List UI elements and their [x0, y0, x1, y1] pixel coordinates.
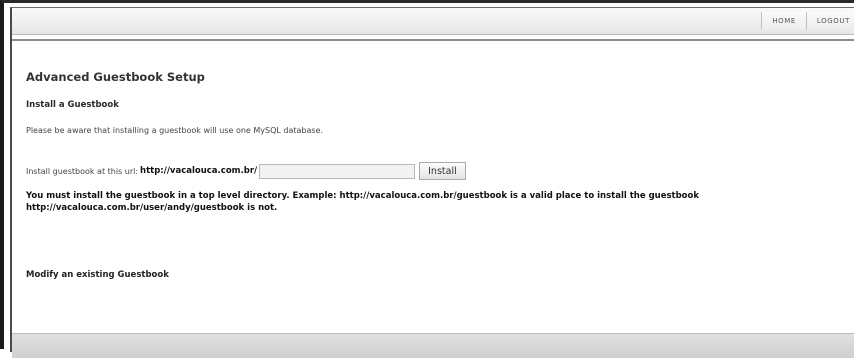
install-base-url: http://vacalouca.com.br/: [140, 166, 258, 176]
install-button[interactable]: Install: [419, 162, 466, 180]
footer-bar: [12, 333, 854, 358]
database-warning-text: Please be aware that installing a guestb…: [26, 126, 324, 135]
install-path-input[interactable]: [259, 163, 416, 179]
page-container: HOME LOGOUT Advanced Guestbook Setup Ins…: [10, 7, 854, 358]
top-navigation-bar: HOME LOGOUT: [12, 8, 854, 35]
modify-guestbook-link[interactable]: Modify an existing Guestbook: [26, 270, 169, 280]
nav-logout-link[interactable]: LOGOUT: [805, 12, 854, 30]
page-title: Advanced Guestbook Setup: [26, 70, 205, 84]
section-title-install: Install a Guestbook: [26, 100, 119, 110]
nav-home-link[interactable]: HOME: [761, 12, 806, 30]
install-row: Install guestbook at this url: http://va…: [26, 162, 466, 180]
install-directory-note: You must install the guestbook in a top …: [26, 191, 700, 213]
top-nav: HOME LOGOUT: [761, 12, 854, 30]
window-frame: HOME LOGOUT Advanced Guestbook Setup Ins…: [0, 0, 854, 358]
header-divider: [12, 39, 854, 41]
install-url-label: Install guestbook at this url:: [26, 166, 139, 176]
